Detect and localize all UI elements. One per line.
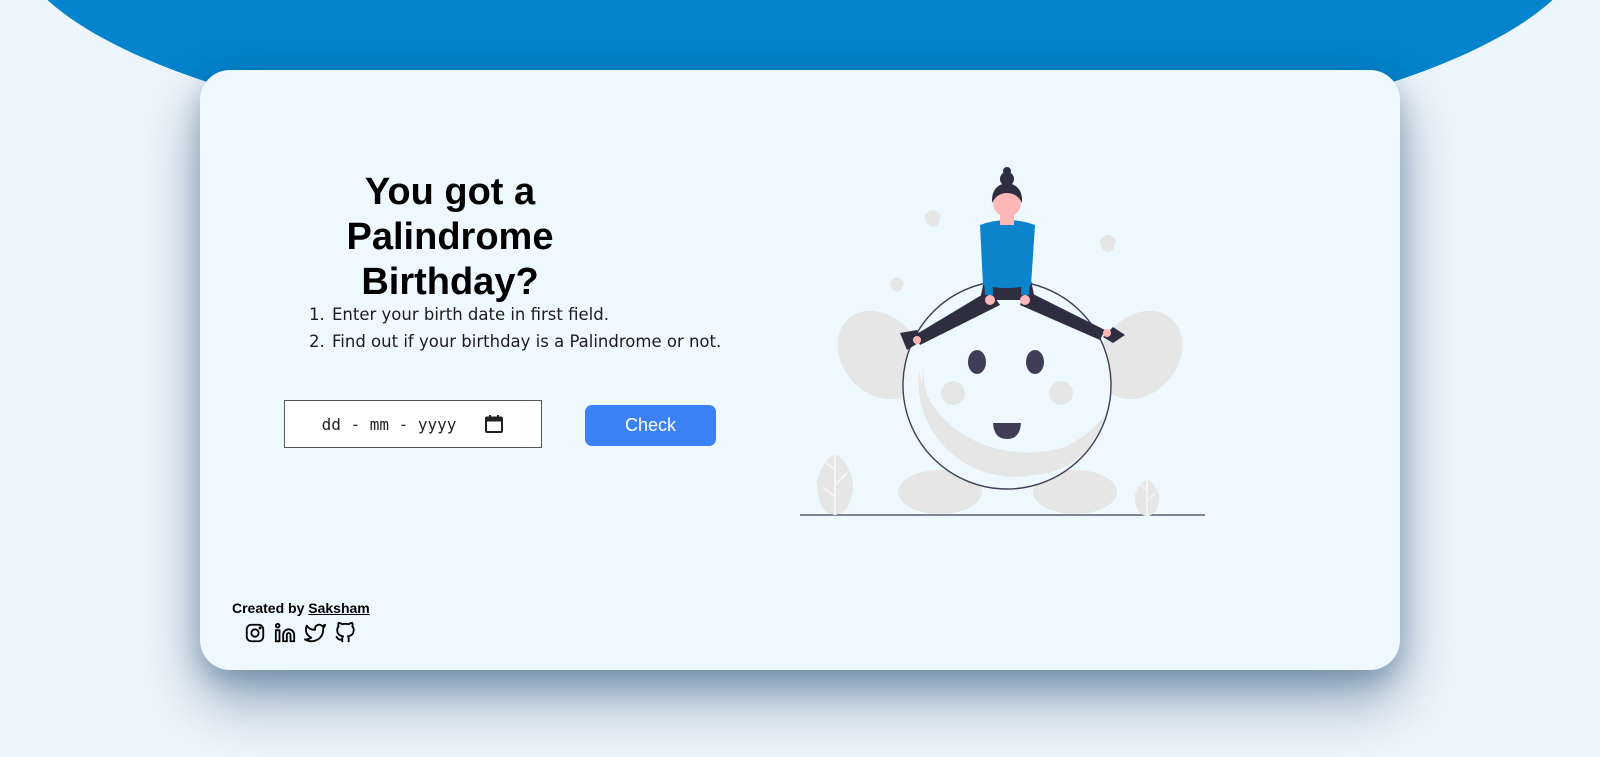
check-button[interactable]: Check	[585, 405, 716, 446]
instructions-list: Enter your birth date in first field. Fi…	[310, 301, 721, 355]
social-links	[244, 621, 370, 644]
footer: Created by Saksham	[232, 600, 370, 644]
birthdate-input[interactable]: dd - mm - yyyy	[284, 400, 542, 448]
twitter-icon[interactable]	[304, 622, 326, 644]
instruction-step: Enter your birth date in first field.	[330, 301, 721, 328]
calendar-icon[interactable]	[484, 414, 504, 434]
author-link[interactable]: Saksham	[308, 600, 369, 616]
palindrome-illustration	[800, 167, 1205, 516]
main-card: You got a Palindrome Birthday? Enter you…	[200, 70, 1400, 670]
linkedin-icon[interactable]	[274, 622, 296, 644]
credit-line: Created by Saksham	[232, 600, 370, 616]
instagram-icon[interactable]	[244, 622, 266, 644]
birthdate-placeholder: dd - mm - yyyy	[321, 414, 457, 434]
instruction-step: Find out if your birthday is a Palindrom…	[330, 328, 721, 355]
github-icon[interactable]	[334, 621, 356, 644]
credit-prefix: Created by	[232, 600, 305, 616]
page-title: You got a Palindrome Birthday?	[346, 171, 554, 303]
